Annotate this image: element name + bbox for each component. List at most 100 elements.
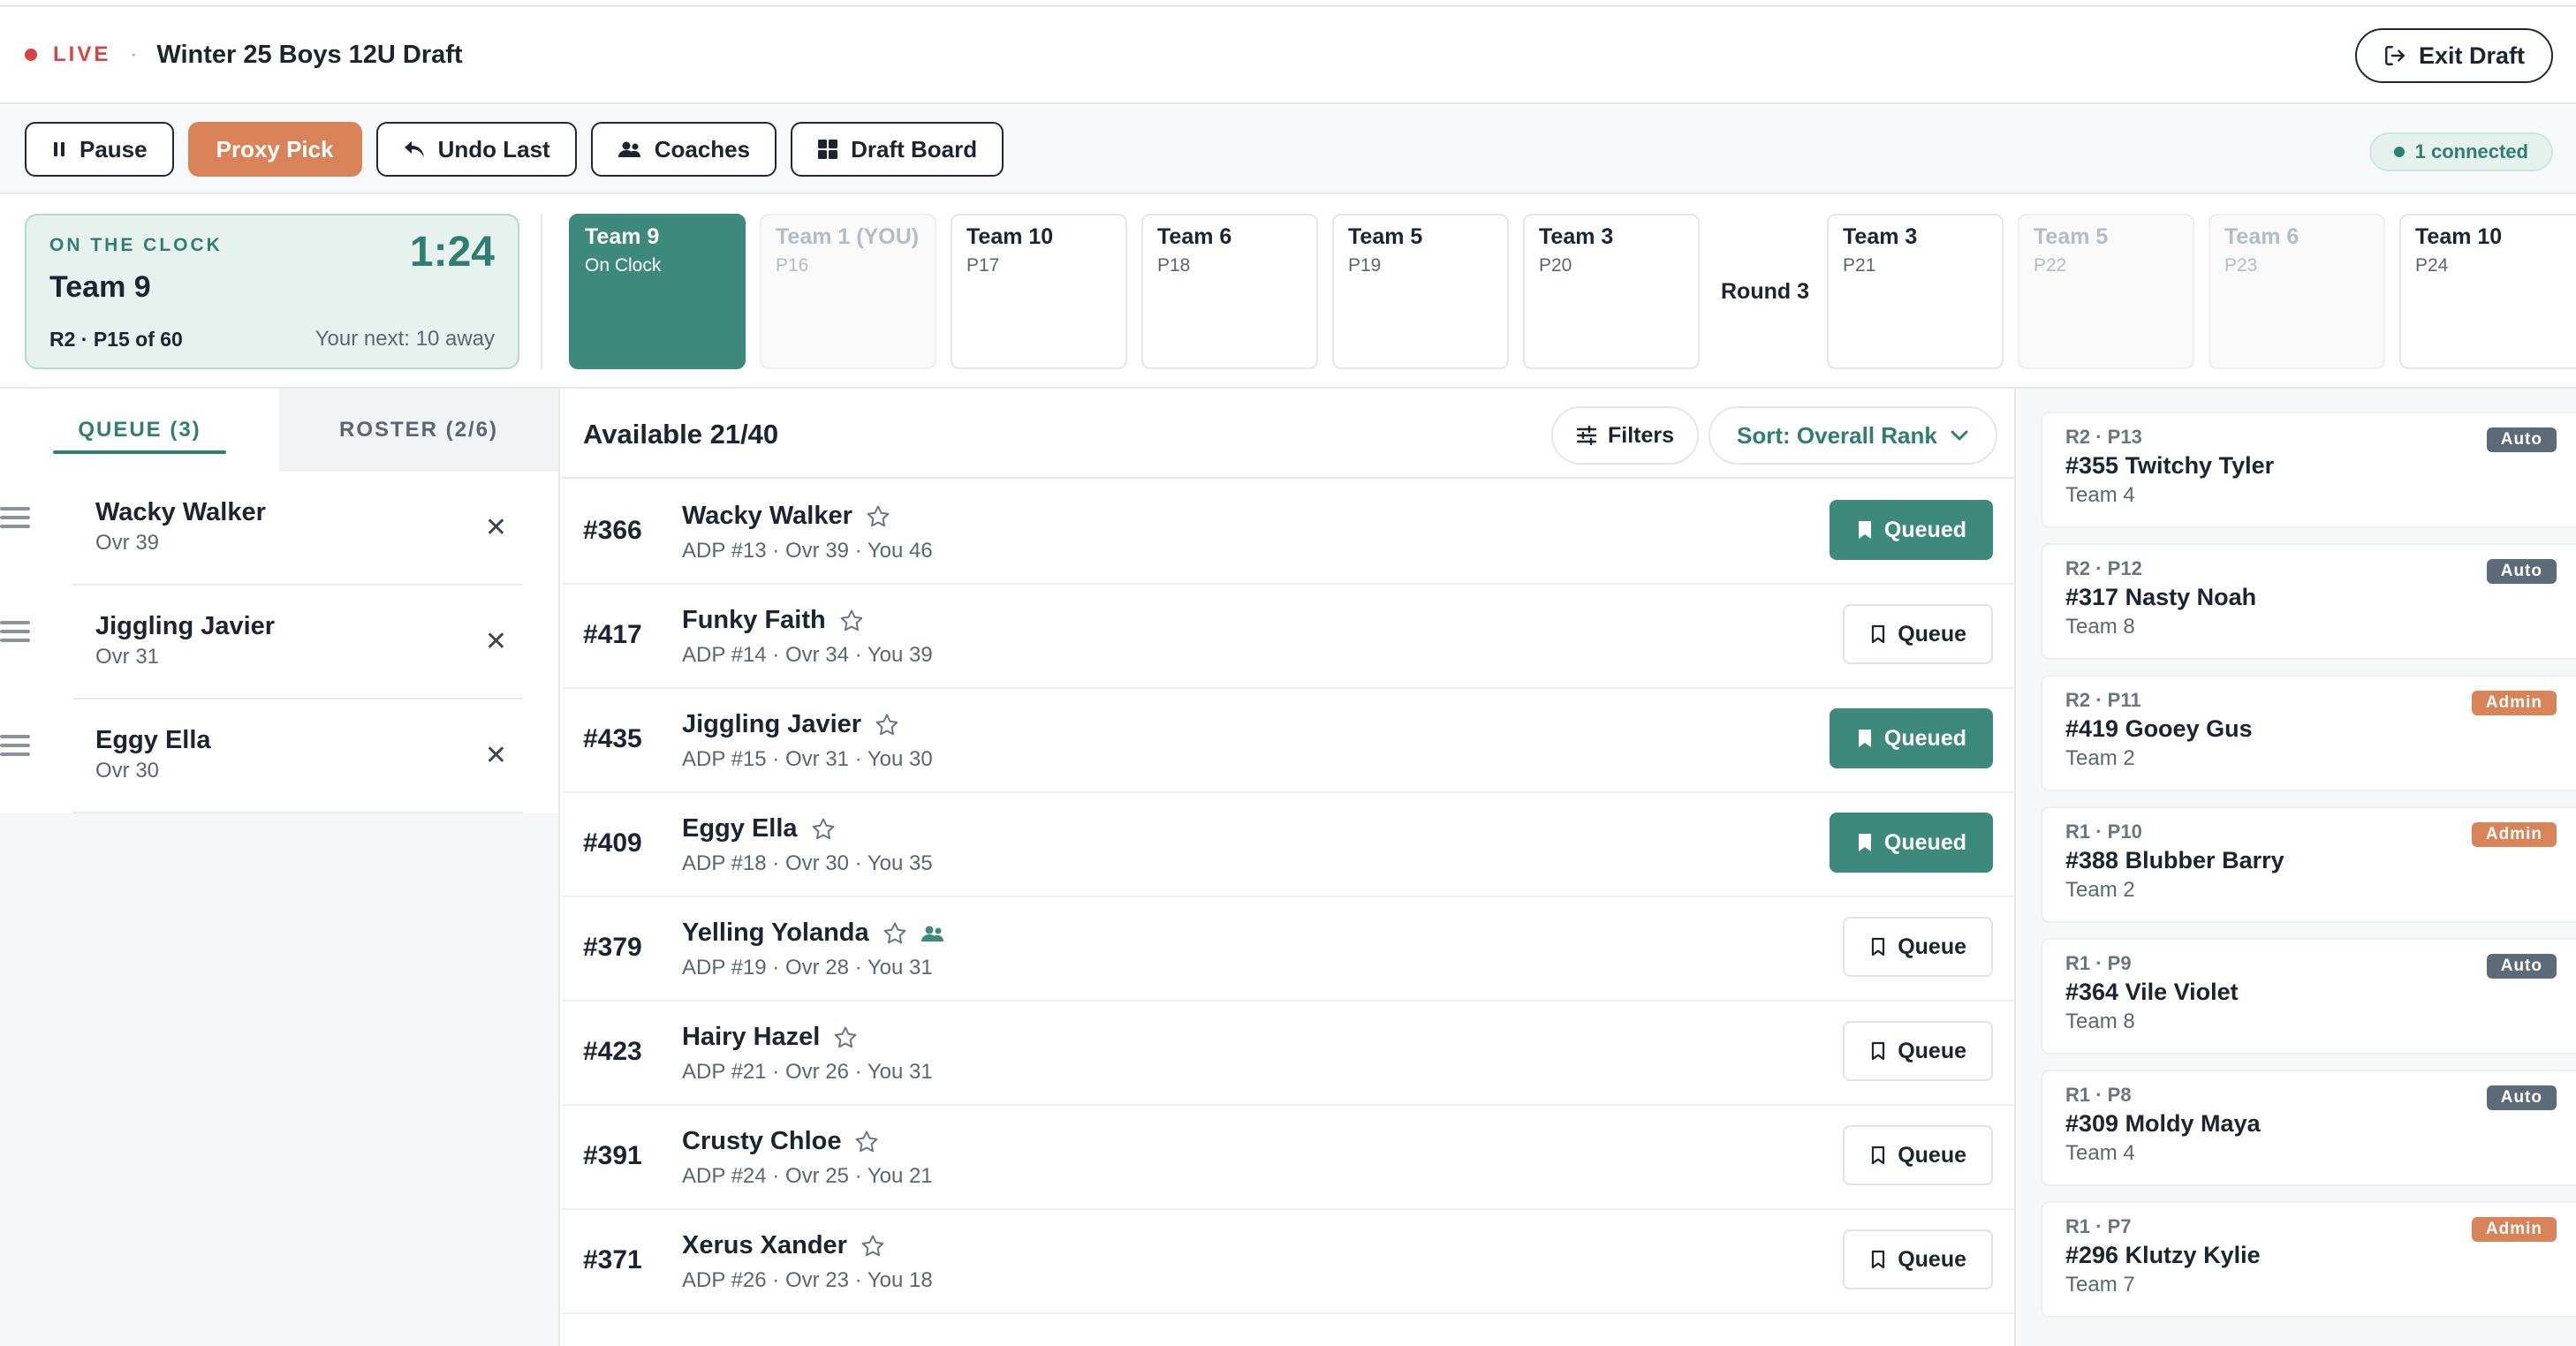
proxy-pick-label: Proxy Pick (216, 135, 334, 163)
player-name: Yelling Yolanda (682, 919, 869, 947)
player-name: Funky Faith (682, 606, 826, 634)
tab-queue[interactable]: QUEUE (3) (0, 389, 279, 472)
strip-divider (541, 214, 542, 369)
player-row[interactable]: #409 Eggy Ella ADP #18 · Ovr 30 · You 35… (562, 793, 2014, 897)
pick-card[interactable]: Team 1 (YOU) P16 (760, 214, 936, 369)
proxy-pick-button[interactable]: Proxy Pick (187, 122, 362, 177)
queued-button[interactable]: Queued (1829, 813, 1993, 873)
drag-handle-icon[interactable] (0, 730, 32, 783)
player-row[interactable]: #435 Jiggling Javier ADP #15 · Ovr 31 · … (562, 689, 2014, 793)
recent-pick-card: R2 · P11 #419 Gooey Gus Team 2 Admin (2041, 675, 2576, 791)
connection-dot (2393, 147, 2405, 157)
star-icon[interactable] (832, 1025, 859, 1051)
undo-icon (403, 140, 426, 159)
pick-card[interactable]: Team 5 P19 (1332, 214, 1509, 369)
remove-icon[interactable]: ✕ (485, 626, 507, 657)
separator: · (130, 42, 138, 66)
draft-title: Winter 25 Boys 12U Draft (156, 40, 463, 69)
sort-dropdown[interactable]: Sort: Overall Rank (1708, 406, 1997, 465)
pick-card[interactable]: Team 10 P24 (2399, 214, 2576, 369)
pick-number: On Clock (585, 255, 662, 276)
player-stats: ADP #14 · Ovr 34 · You 39 (682, 643, 933, 667)
queue-player-name: Eggy Ella (95, 726, 211, 754)
player-row[interactable]: #379 Yelling Yolanda ADP #19 · Ovr 28 · … (562, 897, 2014, 1002)
pick-card[interactable]: Team 6 P23 (2209, 214, 2385, 369)
coaches-button[interactable]: Coaches (590, 122, 777, 177)
pick-card[interactable]: Team 6 P18 (1141, 214, 1318, 369)
bookmark-icon (1869, 1040, 1887, 1062)
queued-button[interactable]: Queued (1829, 708, 1993, 768)
recent-pick-card: R1 · P9 #364 Vile Violet Team 8 Auto (2041, 938, 2576, 1055)
pick-type-badge: Admin (2471, 1217, 2557, 1242)
pick-card[interactable]: Team 5 P22 (2018, 214, 2194, 369)
player-row[interactable]: #391 Crusty Chloe ADP #24 · Ovr 25 · You… (562, 1106, 2014, 1210)
queue-item: Wacky Walker Ovr 39 ✕ (0, 472, 558, 586)
queue-item: Eggy Ella Ovr 30 ✕ (0, 699, 558, 813)
player-rank: #435 (583, 724, 642, 753)
queued-button[interactable]: Queued (1829, 500, 1993, 560)
player-row[interactable]: #417 Funky Faith ADP #14 · Ovr 34 · You … (562, 585, 2014, 689)
available-count: Available 21/40 (583, 419, 779, 450)
queue-button[interactable]: Queue (1843, 917, 1993, 977)
picked-player: #317 Nasty Noah (2065, 584, 2257, 610)
pick-card[interactable]: Team 3 P20 (1523, 214, 1700, 369)
queue-button[interactable]: Queue (1843, 1021, 1993, 1081)
picked-player: #364 Vile Violet (2065, 979, 2239, 1005)
bookmark-icon (1869, 1145, 1887, 1166)
pick-team: Team 3 (1539, 224, 1614, 249)
player-row[interactable]: #371 Xerus Xander ADP #26 · Ovr 23 · You… (562, 1210, 2014, 1314)
live-indicator-dot (25, 49, 37, 61)
star-icon[interactable] (860, 1233, 886, 1259)
live-label: LIVE (53, 42, 111, 66)
player-name: Crusty Chloe (682, 1127, 842, 1155)
pick-card[interactable]: Team 10 P17 (951, 214, 1127, 369)
pause-button[interactable]: Pause (25, 122, 174, 177)
exit-draft-label: Exit Draft (2418, 42, 2525, 69)
star-icon[interactable] (853, 1129, 880, 1155)
recent-pick-card: R1 · P10 #388 Blubber Barry Team 2 Admin (2041, 806, 2576, 923)
pick-type-badge: Admin (2471, 691, 2557, 715)
drag-handle-icon[interactable] (0, 502, 32, 555)
pick-team: Team 10 (2415, 224, 2503, 249)
star-icon[interactable] (865, 503, 891, 530)
queue-button[interactable]: Queue (1843, 1229, 1993, 1289)
pick-number: P19 (1348, 255, 1382, 276)
queue-button[interactable]: Queue (1843, 604, 1993, 664)
queue-player-ovr: Ovr 39 (95, 531, 160, 555)
pick-team: Team 5 (1348, 224, 1423, 249)
remove-icon[interactable]: ✕ (485, 740, 507, 771)
draft-board-button[interactable]: Draft Board (791, 122, 1004, 177)
undo-last-button[interactable]: Undo Last (375, 122, 577, 177)
player-stats: ADP #15 · Ovr 31 · You 30 (682, 747, 933, 771)
bookmark-filled-icon (1856, 519, 1874, 541)
remove-icon[interactable]: ✕ (485, 512, 507, 543)
picking-team: Team 8 (2065, 615, 2135, 639)
pick-timer: 1:24 (409, 229, 495, 276)
filters-button[interactable]: Filters (1551, 406, 1700, 465)
queue-button[interactable]: Queue (1843, 1125, 1993, 1185)
player-stats: ADP #21 · Ovr 26 · You 31 (682, 1060, 933, 1084)
pick-number: P16 (776, 255, 809, 276)
star-icon[interactable] (882, 920, 908, 947)
player-stats: ADP #13 · Ovr 39 · You 46 (682, 539, 933, 563)
player-row[interactable]: #366 Wacky Walker ADP #13 · Ovr 39 · You… (562, 480, 2014, 585)
star-icon[interactable] (810, 816, 837, 843)
pick-card[interactable]: Team 3 P21 (1827, 214, 2004, 369)
round-divider-label: Round 3 (1721, 279, 1809, 304)
star-icon[interactable] (874, 712, 900, 738)
queue-button-label: Queued (1883, 829, 1966, 855)
tab-roster[interactable]: ROSTER (2/6) (279, 389, 558, 472)
pick-number: P23 (2224, 255, 2258, 276)
pick-number: P24 (2415, 255, 2449, 276)
action-toolbar: Pause Proxy Pick Undo Last Coaches Draft… (0, 106, 2576, 194)
available-header: Available 21/40 Filters Sort: Overall Ra… (562, 389, 2014, 479)
exit-draft-button[interactable]: Exit Draft (2354, 28, 2553, 83)
star-icon[interactable] (838, 608, 865, 634)
filters-label: Filters (1608, 422, 1675, 448)
player-stats: ADP #24 · Ovr 25 · You 21 (682, 1164, 933, 1188)
pick-card[interactable]: Team 9 On Clock (569, 214, 746, 369)
drag-handle-icon[interactable] (0, 616, 32, 669)
player-name: Hairy Hazel (682, 1023, 821, 1051)
panel-tabs: QUEUE (3) ROSTER (2/6) (0, 389, 558, 472)
player-row[interactable]: #423 Hairy Hazel ADP #21 · Ovr 26 · You … (562, 1002, 2014, 1106)
